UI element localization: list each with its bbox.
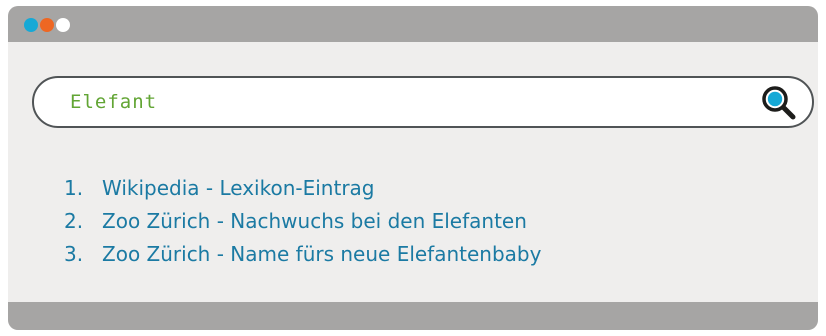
result-link[interactable]: Wikipedia - Lexikon-Eintrag: [102, 176, 375, 200]
window-minimize-button[interactable]: [40, 18, 54, 32]
search-result[interactable]: 3. Zoo Zürich - Name fürs neue Elefantenb…: [64, 238, 541, 271]
result-link[interactable]: Zoo Zürich - Nachwuchs bei den Elefanten: [102, 209, 527, 233]
result-number: 2.: [64, 209, 84, 233]
title-bar: [8, 6, 818, 42]
search-result[interactable]: 1. Wikipedia - Lexikon-Eintrag: [64, 172, 541, 205]
search-results-list: 1. Wikipedia - Lexikon-Eintrag 2. Zoo Züri…: [64, 172, 541, 271]
search-icon: [762, 86, 796, 120]
search-bar[interactable]: Elefant: [32, 76, 814, 128]
footer-bar: [8, 302, 818, 330]
result-number: 3.: [64, 242, 84, 266]
window-maximize-button[interactable]: [56, 18, 70, 32]
window-close-button[interactable]: [24, 18, 38, 32]
search-button[interactable]: [760, 84, 798, 122]
result-number: 1.: [64, 176, 84, 200]
search-result[interactable]: 2. Zoo Zürich - Nachwuchs bei den Elefant…: [64, 205, 541, 238]
search-input[interactable]: Elefant: [70, 90, 157, 114]
result-link[interactable]: Zoo Zürich - Name fürs neue Elefantenbab…: [102, 242, 541, 266]
browser-window: Elefant 1. Wikipedia - Lexikon-Eintrag 2.…: [8, 6, 818, 330]
